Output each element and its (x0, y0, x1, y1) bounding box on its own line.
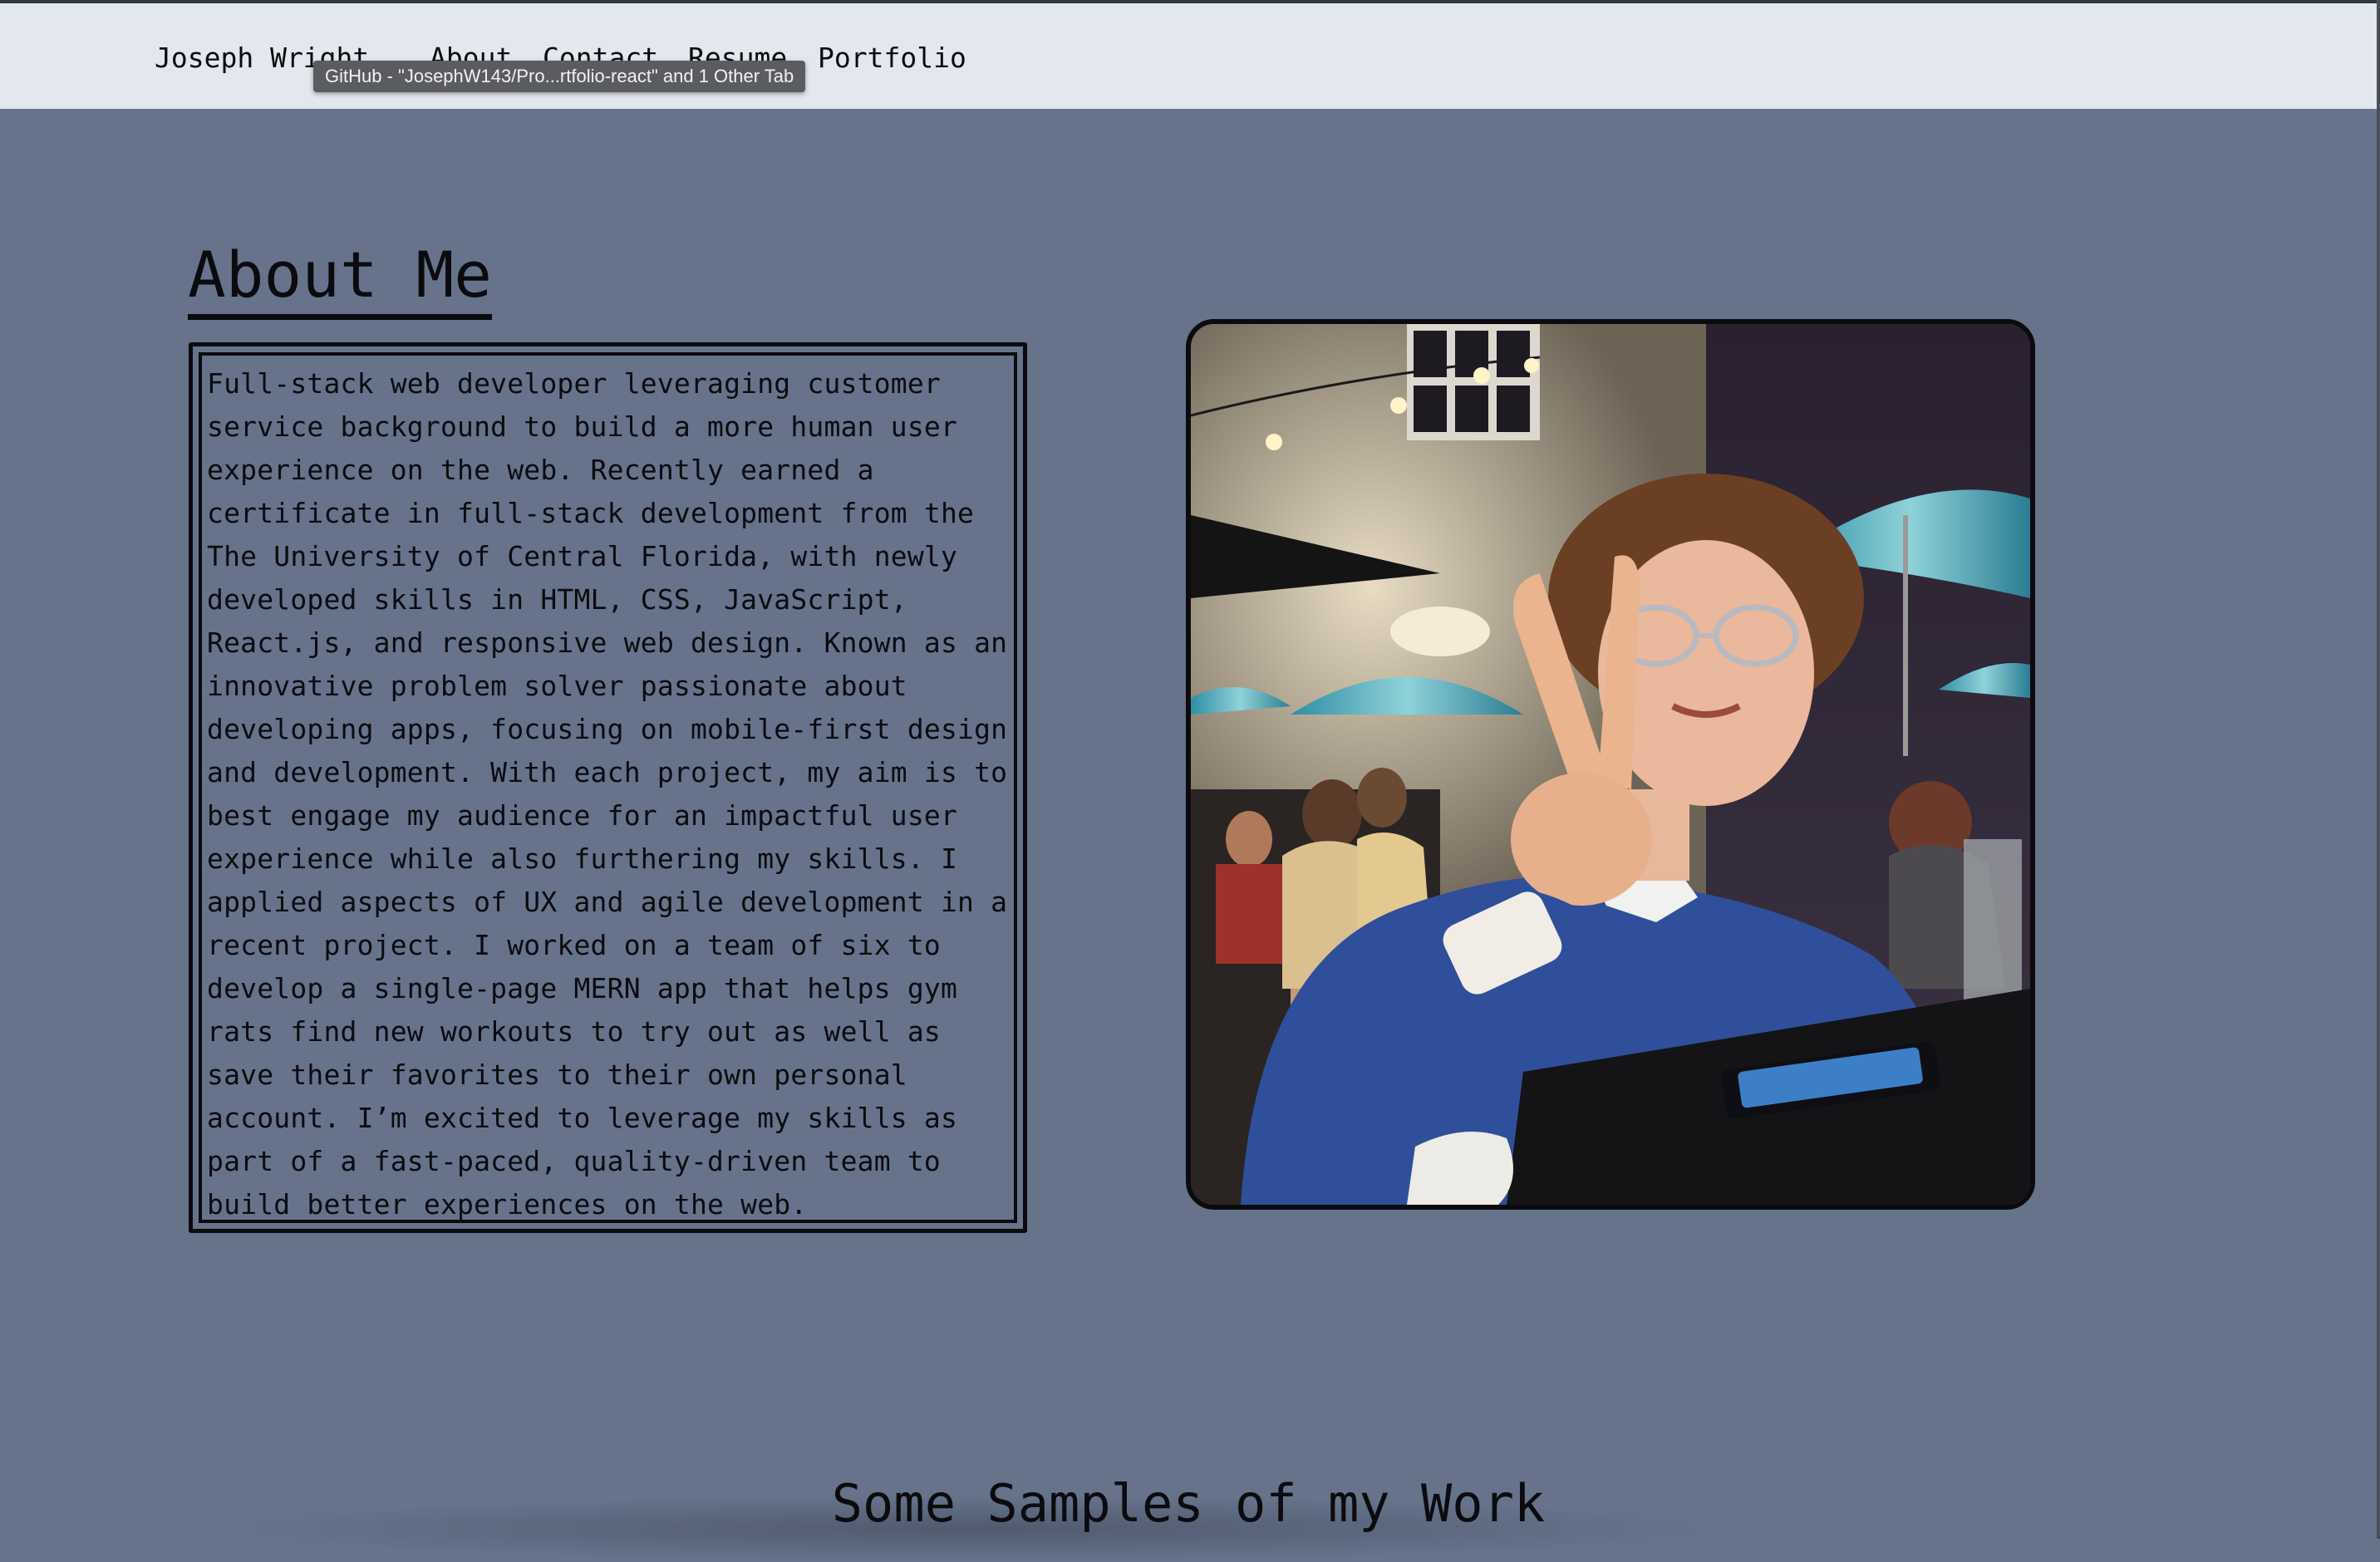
nav-link-portfolio[interactable]: Portfolio (818, 42, 966, 75)
about-title: About Me (188, 236, 493, 320)
window-right-edge (2377, 0, 2380, 1539)
about-text: Full-stack web developer leveraging cust… (207, 367, 1008, 1221)
profile-photo-image (1191, 324, 2030, 1205)
samples-title: Some Samples of my Work (831, 1473, 1546, 1534)
profile-photo (1186, 319, 2035, 1210)
navbar: Joseph Wright About Contact Resume Portf… (0, 3, 2377, 109)
tab-tooltip: GitHub - "JosephW143/Pro...rtfolio-react… (313, 61, 806, 92)
about-inner-border: Full-stack web developer leveraging cust… (199, 352, 1017, 1223)
about-box: Full-stack web developer leveraging cust… (189, 342, 1027, 1233)
